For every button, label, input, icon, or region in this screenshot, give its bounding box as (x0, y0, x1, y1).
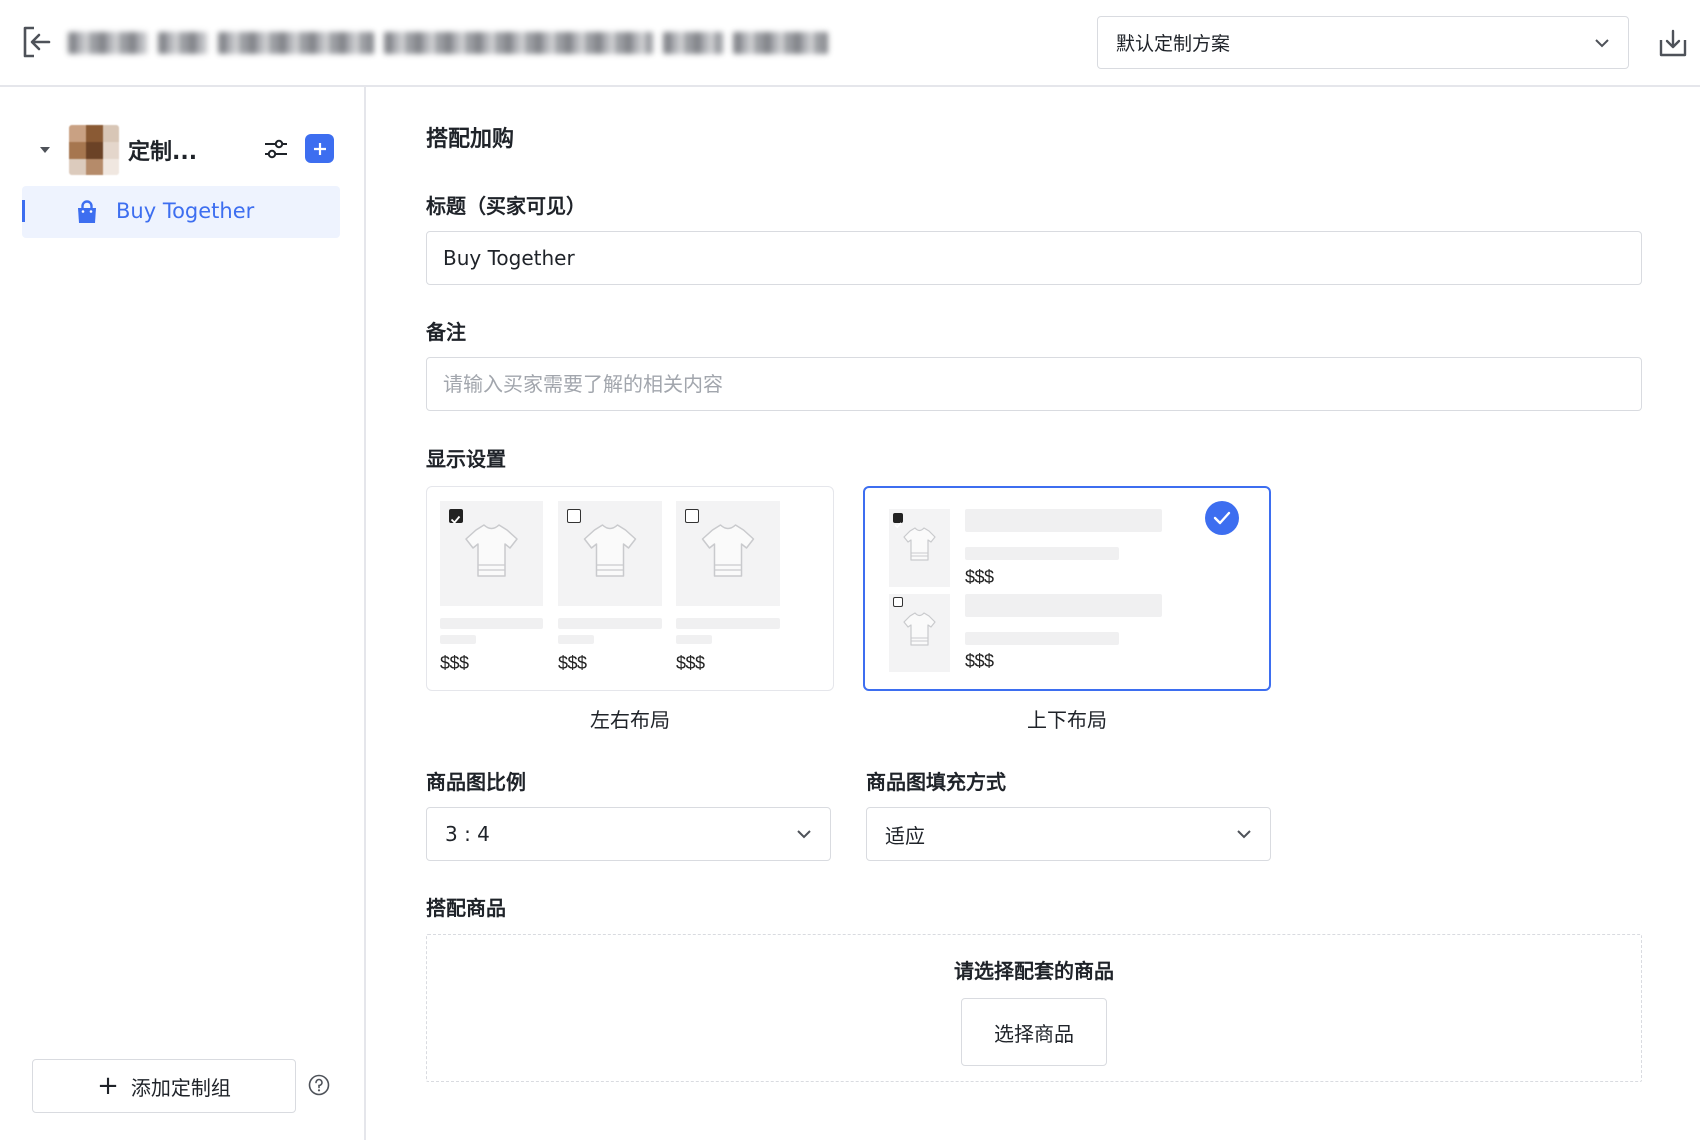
layout-caption-left-right: 左右布局 (590, 708, 670, 732)
title-field-label: 标题（买家可见） (426, 194, 586, 218)
checkbox-unchecked (893, 597, 903, 607)
note-field-label: 备注 (426, 320, 466, 344)
caret-down-icon[interactable] (38, 145, 52, 155)
top-bar: 默认定制方案 (0, 0, 1700, 87)
price-text: $$$ (676, 653, 705, 673)
title-placeholder-bar (676, 618, 780, 629)
download-icon[interactable] (1658, 28, 1688, 58)
checkbox-unchecked (567, 509, 581, 523)
section-title: 搭配加购 (426, 127, 515, 152)
note-input[interactable] (426, 357, 1642, 411)
add-item-button[interactable] (305, 134, 334, 163)
layout-option-top-bottom[interactable]: $$$ $$$ (863, 486, 1271, 691)
image-ratio-value: 3 : 4 (445, 822, 490, 846)
image-fill-select[interactable]: 适应 (866, 807, 1271, 861)
chevron-down-icon (797, 830, 811, 839)
subtitle-placeholder-bar (558, 635, 594, 644)
subtitle-placeholder-bar (440, 635, 476, 644)
chevron-down-icon (1237, 830, 1251, 839)
sidebar-item-label: Buy Together (116, 199, 255, 223)
bundle-products-area: 请选择配套的商品 选择商品 (426, 934, 1642, 1082)
scheme-select[interactable]: 默认定制方案 (1097, 16, 1629, 69)
selected-badge (1205, 501, 1239, 535)
title-placeholder-bar (965, 509, 1162, 532)
add-custom-group-button[interactable]: + 添加定制组 (32, 1059, 296, 1113)
sidebar-item-buy-together[interactable]: Buy Together (22, 186, 340, 238)
active-indicator (22, 200, 25, 222)
checkbox-checked (449, 509, 463, 524)
subtitle-placeholder-bar (676, 635, 712, 644)
help-icon[interactable] (308, 1074, 330, 1096)
exit-icon[interactable] (22, 26, 52, 58)
price-text: $$$ (558, 653, 587, 673)
subtitle-placeholder-bar (965, 547, 1119, 560)
price-text: $$$ (440, 653, 469, 673)
checkmark-icon (1213, 511, 1231, 525)
scheme-select-value: 默认定制方案 (1116, 33, 1231, 55)
display-settings-label: 显示设置 (426, 447, 506, 471)
checkbox-unchecked (685, 509, 699, 523)
title-input[interactable] (426, 231, 1642, 285)
plus-icon (313, 142, 326, 155)
custom-group-row[interactable]: 定制... (0, 123, 366, 177)
select-products-button[interactable]: 选择商品 (961, 998, 1107, 1066)
price-text: $$$ (965, 651, 994, 671)
image-fill-label: 商品图填充方式 (866, 770, 1006, 794)
sidebar: 定制... Buy Together + 添加定制组 (0, 87, 366, 1140)
image-ratio-select[interactable]: 3 : 4 (426, 807, 831, 861)
image-fill-value: 适应 (885, 823, 925, 848)
plus-icon: + (97, 1071, 119, 1101)
price-text: $$$ (965, 567, 994, 587)
title-placeholder-bar (558, 618, 662, 629)
bundle-products-hint: 请选择配套的商品 (954, 959, 1114, 983)
add-custom-group-label: 添加定制组 (130, 1075, 231, 1100)
chevron-down-icon (1595, 38, 1609, 47)
title-placeholder-bar (440, 618, 543, 629)
sliders-icon[interactable] (262, 135, 290, 163)
image-ratio-label: 商品图比例 (426, 770, 526, 794)
shopping-bag-icon (78, 200, 96, 223)
group-name: 定制... (128, 140, 198, 165)
layout-option-left-right[interactable]: $$$ $$$ $$$ (426, 486, 834, 691)
group-thumbnail (69, 125, 119, 175)
checkbox-checked (893, 513, 903, 529)
subtitle-placeholder-bar (965, 632, 1119, 645)
title-placeholder-bar (965, 594, 1162, 617)
bundle-products-label: 搭配商品 (426, 896, 506, 920)
layout-caption-top-bottom: 上下布局 (1027, 708, 1107, 732)
page-title-blurred (68, 30, 828, 56)
